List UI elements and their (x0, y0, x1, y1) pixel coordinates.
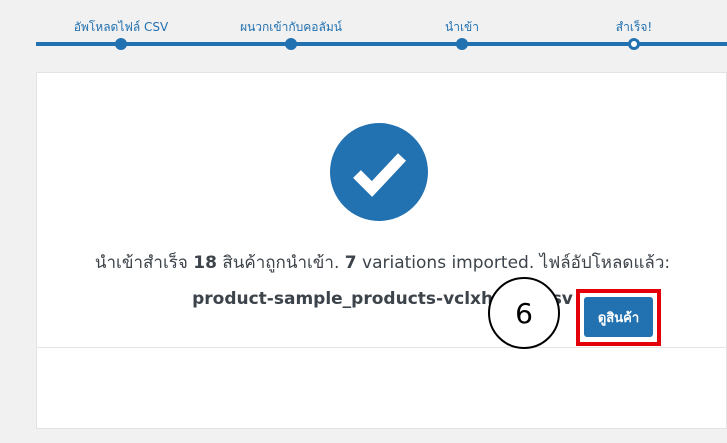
step-dot-upload (115, 38, 127, 50)
step-dot-mapping (285, 38, 297, 50)
import-progress-steps: อัพโหลดไฟล์ CSV ผนวกเข้ากับคอลัมน์ นำเข้… (0, 0, 727, 66)
variations-count: 7 (344, 253, 357, 273)
step-label-upload: อัพโหลดไฟล์ CSV (73, 20, 169, 34)
imported-count: 18 (193, 253, 217, 273)
import-summary: นำเข้าสำเร็จ 18 สินค้าถูกนำเข้า. 7 varia… (37, 245, 727, 281)
imported-text: สินค้าถูกนำเข้า. (216, 253, 345, 273)
checkmark-icon (330, 123, 428, 221)
progress-line (36, 42, 727, 46)
summary-prefix: นำเข้าสำเร็จ (94, 253, 194, 273)
step-number: 6 (515, 296, 533, 330)
step-number-annotation: 6 (488, 277, 560, 349)
step-label-done: สำเร็จ! (615, 20, 653, 34)
step-dot-done (628, 38, 640, 50)
variations-text: variations imported. ไฟล์อัปโหลดแล้ว: (356, 253, 671, 273)
step-dot-import (456, 38, 468, 50)
footer-divider (37, 347, 726, 348)
step-label-mapping: ผนวกเข้ากับคอลัมน์ (240, 20, 342, 34)
view-products-button[interactable]: ดูสินค้า (584, 297, 653, 337)
step-label-import: นำเข้า (445, 20, 479, 34)
page-bottom (36, 429, 727, 443)
import-result-card: นำเข้าสำเร็จ 18 สินค้าถูกนำเข้า. 7 varia… (36, 72, 727, 429)
